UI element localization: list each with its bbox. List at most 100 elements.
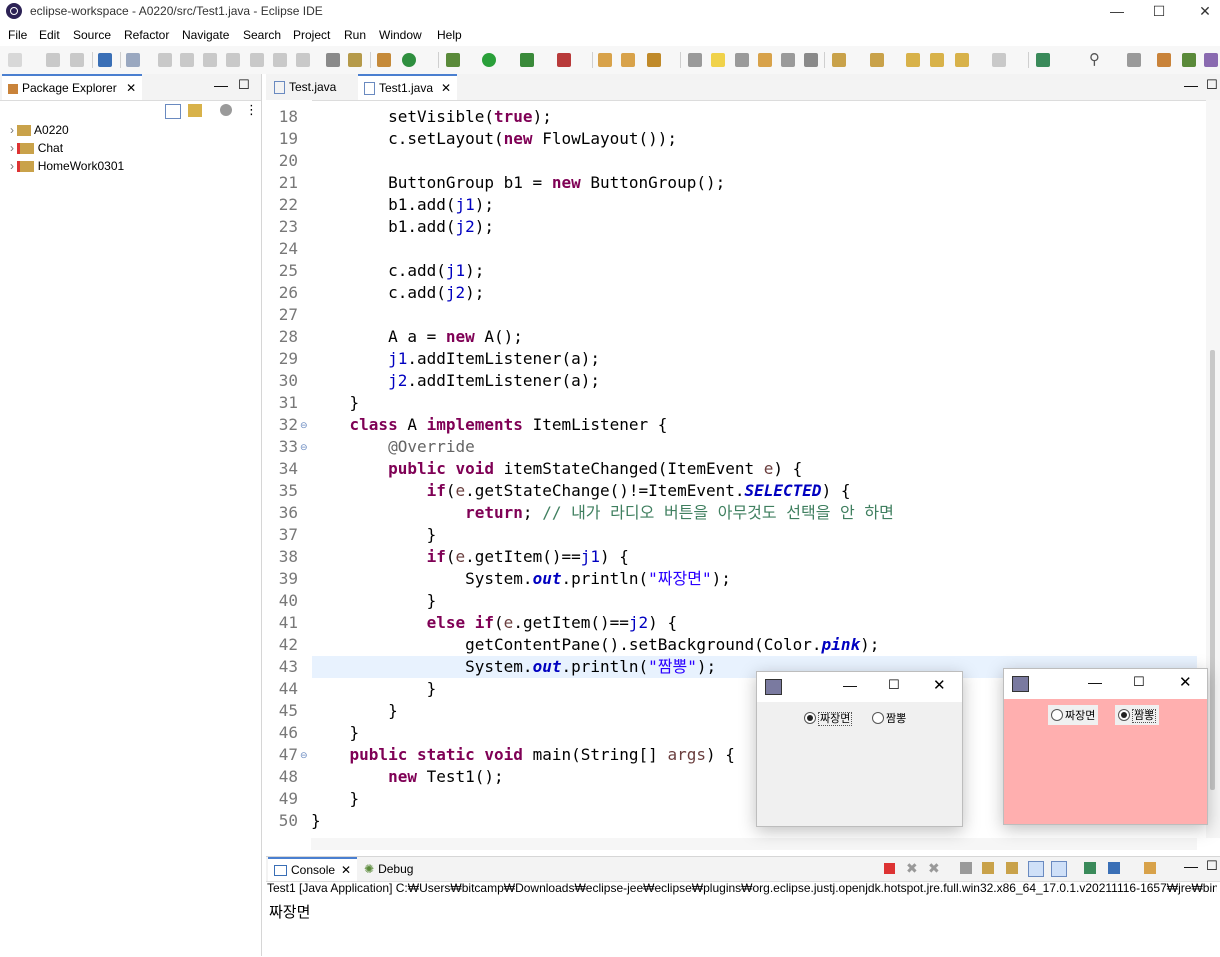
code-line[interactable]: } <box>311 788 360 810</box>
code-line[interactable]: } <box>311 524 437 546</box>
menu-source[interactable]: Source <box>73 28 111 42</box>
code-line[interactable]: getContentPane().setBackground(Color.pin… <box>311 634 879 656</box>
menu-navigate[interactable]: Navigate <box>182 28 229 42</box>
code-line[interactable]: } <box>311 678 437 700</box>
tab-package-explorer[interactable]: Package Explorer ✕ <box>2 74 143 100</box>
code-line[interactable]: c.setLayout(new FlowLayout()); <box>311 128 677 150</box>
remove-all-icon[interactable]: ✖ <box>928 860 940 877</box>
menu-project[interactable]: Project <box>293 28 330 42</box>
search-tool-icon[interactable] <box>647 53 661 67</box>
minimize-icon[interactable]: — <box>843 677 857 693</box>
terminate-icon[interactable] <box>203 53 217 67</box>
radio-jjajangmyeon[interactable]: 짜장면 <box>804 710 853 726</box>
fold-collapse-icon[interactable]: ⊖ <box>300 442 308 453</box>
show-stderr-icon[interactable] <box>1051 861 1067 877</box>
debug-perspective-icon[interactable] <box>1182 53 1196 67</box>
maximize-view-icon[interactable]: ☐ <box>238 77 250 93</box>
code-line[interactable]: A a = new A(); <box>311 326 523 348</box>
new-icon[interactable] <box>8 53 22 67</box>
code-line[interactable]: return; // 내가 라디오 버튼을 아무것도 선택을 안 하면 <box>311 502 894 524</box>
maximize-editor-icon[interactable]: ☐ <box>1206 77 1218 93</box>
close-icon[interactable]: ✕ <box>1182 0 1220 24</box>
search-icon[interactable]: ⚲ <box>1089 52 1103 67</box>
close-tab-icon[interactable]: ✕ <box>126 81 136 95</box>
resume-icon[interactable] <box>158 53 172 67</box>
menu-help[interactable]: Help <box>437 28 462 42</box>
java-perspective-icon[interactable] <box>1204 53 1218 67</box>
menu-edit[interactable]: Edit <box>39 28 60 42</box>
build-icon[interactable] <box>348 53 362 67</box>
close-tab-icon[interactable]: ✕ <box>341 863 351 877</box>
suspend-icon[interactable] <box>180 53 194 67</box>
minimize-icon[interactable]: — <box>1094 0 1140 24</box>
step-into-icon[interactable] <box>250 53 264 67</box>
pilcrow-icon[interactable] <box>804 53 818 67</box>
minimize-editor-icon[interactable]: — <box>1184 77 1198 93</box>
java-ee-perspective-icon[interactable] <box>1157 53 1171 67</box>
code-line[interactable]: j2.addItemListener(a); <box>311 370 600 392</box>
terminate-icon[interactable] <box>884 863 895 874</box>
menu-file[interactable]: File <box>8 28 27 42</box>
code-line[interactable]: class A implements ItemListener { <box>311 414 668 436</box>
code-line[interactable]: } <box>311 722 360 744</box>
word-wrap-console-icon[interactable] <box>1006 862 1018 874</box>
close-icon[interactable]: ✕ <box>933 676 946 694</box>
save-all-icon[interactable] <box>70 53 84 67</box>
filter-icon[interactable] <box>220 104 232 116</box>
code-line[interactable]: ButtonGroup b1 = new ButtonGroup(); <box>311 172 725 194</box>
forward-history-icon[interactable] <box>992 53 1006 67</box>
code-line[interactable]: System.out.println("짬뽕"); <box>311 656 716 678</box>
toggle-highlight-icon[interactable] <box>711 53 725 67</box>
radio-jjambbong[interactable]: 짬뽕 <box>1115 705 1160 725</box>
view-menu-icon[interactable]: ⋮ <box>245 102 258 118</box>
code-line[interactable]: else if(e.getItem()==j2) { <box>311 612 677 634</box>
previous-annotation-icon[interactable] <box>870 53 884 67</box>
maximize-icon[interactable]: ☐ <box>888 677 900 693</box>
chevron-right-icon[interactable]: › <box>10 159 14 173</box>
display-console-icon[interactable] <box>1108 862 1120 874</box>
use-step-filters-icon[interactable] <box>326 53 340 67</box>
open-type-icon[interactable] <box>598 53 612 67</box>
code-line[interactable]: if(e.getStateChange()!=ItemEvent.SELECTE… <box>311 480 851 502</box>
code-line[interactable]: System.out.println("짜장면"); <box>311 568 731 590</box>
minimize-icon[interactable]: — <box>1088 674 1102 690</box>
radio-selected-icon[interactable] <box>804 712 816 724</box>
back-icon[interactable] <box>930 53 944 67</box>
debug-icon[interactable] <box>446 53 460 67</box>
maximize-icon[interactable]: ☐ <box>1133 674 1145 690</box>
menu-search[interactable]: Search <box>243 28 281 42</box>
horizontal-scrollbar[interactable] <box>311 838 1197 850</box>
chevron-right-icon[interactable]: › <box>10 123 14 137</box>
pin-console-icon[interactable] <box>1084 862 1096 874</box>
minimize-view-icon[interactable]: — <box>1184 858 1198 874</box>
coverage-icon[interactable] <box>402 53 416 67</box>
scroll-thumb[interactable] <box>1210 350 1215 790</box>
terminal-icon[interactable] <box>98 53 112 67</box>
open-console-icon[interactable] <box>1144 862 1156 874</box>
code-line[interactable]: setVisible(true); <box>311 106 552 128</box>
collapse-all-icon[interactable] <box>165 104 181 119</box>
open-perspective-icon[interactable] <box>1127 53 1141 67</box>
radio-jjajangmyeon[interactable]: 짜장면 <box>1048 705 1099 725</box>
forward-icon[interactable] <box>955 53 969 67</box>
link-with-editor-icon[interactable] <box>188 104 202 117</box>
clear-console-icon[interactable] <box>960 862 972 874</box>
maximize-icon[interactable]: ☐ <box>1136 0 1182 24</box>
menu-run[interactable]: Run <box>344 28 366 42</box>
code-line[interactable]: new Test1(); <box>311 766 504 788</box>
code-line[interactable]: j1.addItemListener(a); <box>311 348 600 370</box>
external-tools-icon[interactable] <box>520 53 534 67</box>
skip-breakpoints-icon[interactable] <box>126 53 140 67</box>
save-icon[interactable] <box>46 53 60 67</box>
tree-item-a0220[interactable]: › A0220 <box>10 123 69 137</box>
code-line[interactable]: c.add(j1); <box>311 260 484 282</box>
fold-collapse-icon[interactable]: ⊖ <box>300 750 308 761</box>
radio-unselected-icon[interactable] <box>1051 709 1063 721</box>
word-wrap-icon[interactable] <box>781 53 795 67</box>
radio-unselected-icon[interactable] <box>872 712 884 724</box>
close-icon[interactable]: ✕ <box>1179 673 1192 691</box>
scroll-lock-icon[interactable] <box>982 862 994 874</box>
disconnect-icon[interactable] <box>226 53 240 67</box>
code-line[interactable]: } <box>311 700 398 722</box>
open-resource-icon[interactable] <box>621 53 635 67</box>
